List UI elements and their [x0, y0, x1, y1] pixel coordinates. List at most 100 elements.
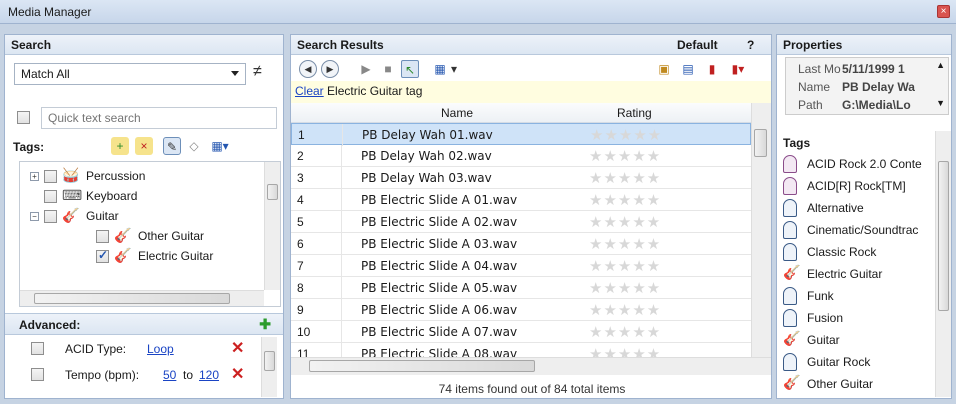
column-name[interactable]: Name	[441, 106, 473, 120]
chart-menu-icon[interactable]: ▮▾	[729, 60, 747, 78]
disk-icon[interactable]: ▤	[679, 60, 697, 78]
tree-label: Electric Guitar	[138, 249, 214, 263]
tags-label: Tags:	[13, 140, 45, 154]
rating-stars[interactable]: ★★★★★	[589, 257, 661, 275]
tag-item[interactable]: 🎸 Other Guitar	[783, 373, 933, 395]
file-name: PB Electric Slide A 01.wav	[361, 193, 518, 207]
chevron-down-icon[interactable]: ▾	[445, 60, 463, 78]
stop-icon[interactable]: ■	[379, 60, 397, 78]
rating-stars[interactable]: ★★★★★	[589, 147, 661, 165]
table-row[interactable]: 9 PB Electric Slide A 06.wav ★★★★★	[291, 299, 751, 321]
row-number: 5	[297, 215, 304, 229]
column-divider	[342, 124, 343, 146]
quick-search-checkbox[interactable]	[17, 111, 30, 124]
tree-checkbox[interactable]	[44, 190, 57, 203]
table-row[interactable]: 1 PB Delay Wah 01.wav ★★★★★	[291, 123, 751, 146]
table-row[interactable]: 5 PB Electric Slide A 02.wav ★★★★★	[291, 211, 751, 233]
help-icon[interactable]: ?	[747, 38, 754, 52]
scroll-thumb[interactable]	[309, 360, 535, 372]
scroll-thumb[interactable]	[34, 293, 230, 304]
tag-item[interactable]: 🎸 Electric Guitar	[783, 263, 933, 285]
rating-stars[interactable]: ★★★★★	[589, 213, 661, 231]
tree-checkbox[interactable]	[44, 170, 57, 183]
add-tag-icon[interactable]: +	[111, 137, 129, 155]
collapse-icon[interactable]: −	[30, 212, 39, 221]
expand-icon[interactable]: +	[30, 172, 39, 181]
rating-stars[interactable]: ★★★★★	[589, 235, 661, 253]
file-name: PB Electric Slide A 03.wav	[361, 237, 518, 251]
preset-name[interactable]: Default	[677, 38, 718, 52]
clear-filter-link[interactable]: Clear	[295, 84, 324, 98]
play-icon[interactable]: ▶	[357, 60, 375, 78]
scroll-thumb[interactable]	[267, 184, 278, 200]
chart-icon[interactable]: ▮	[703, 60, 721, 78]
tree-horizontal-scrollbar[interactable]	[20, 290, 264, 306]
remove-tempo-icon[interactable]: ✕	[231, 364, 244, 384]
table-row[interactable]: 7 PB Electric Slide A 04.wav ★★★★★	[291, 255, 751, 277]
scroll-thumb[interactable]	[264, 351, 275, 371]
tree-checkbox-checked[interactable]	[96, 248, 109, 263]
match-mode-select[interactable]: Match All	[14, 63, 246, 85]
edit-tag-icon[interactable]: ✎	[163, 137, 181, 155]
rating-stars[interactable]: ★★★★★	[590, 126, 662, 144]
tag-item[interactable]: Fusion	[783, 307, 933, 329]
tempo-from-link[interactable]: 50	[163, 368, 176, 382]
results-vertical-scrollbar[interactable]	[751, 103, 771, 357]
table-row[interactable]: 8 PB Electric Slide A 05.wav ★★★★★	[291, 277, 751, 299]
save-search-icon[interactable]: ▣	[655, 60, 673, 78]
tag-item[interactable]: Funk	[783, 285, 933, 307]
close-icon[interactable]: ×	[937, 5, 950, 18]
tree-label: Percussion	[86, 169, 146, 183]
acid-type-value-link[interactable]: Loop	[147, 342, 174, 356]
tags-scrollbar[interactable]	[935, 131, 951, 397]
tempo-to-link[interactable]: 120	[199, 368, 219, 382]
column-divider	[341, 145, 342, 167]
add-criteria-icon[interactable]: ✚	[259, 316, 271, 333]
rating-stars[interactable]: ★★★★★	[589, 191, 661, 209]
advanced-tempo-row: Tempo (bpm): 50 to 120 ✕	[5, 363, 261, 387]
tree-label: Other Guitar	[138, 229, 205, 243]
auto-preview-icon[interactable]: ↖	[401, 60, 419, 78]
row-number: 3	[297, 171, 304, 185]
results-horizontal-scrollbar[interactable]	[291, 357, 771, 375]
tag-icon	[783, 177, 797, 195]
rating-stars[interactable]: ★★★★★	[589, 301, 661, 319]
eraser-icon[interactable]: ◇	[185, 137, 203, 155]
rating-stars[interactable]: ★★★★★	[589, 169, 661, 187]
quick-search-input[interactable]	[41, 107, 277, 129]
tree-checkbox[interactable]	[96, 230, 109, 243]
rating-stars[interactable]: ★★★★★	[589, 279, 661, 297]
remove-tag-icon[interactable]: ×	[135, 137, 153, 155]
tag-icon	[783, 155, 797, 173]
tempo-checkbox[interactable]	[31, 368, 44, 381]
view-options-icon[interactable]: ▦▾	[211, 137, 229, 155]
tag-item[interactable]: Alternative	[783, 197, 933, 219]
scroll-thumb[interactable]	[938, 161, 949, 311]
table-row[interactable]: 3 PB Delay Wah 03.wav ★★★★★	[291, 167, 751, 189]
tag-item[interactable]: ACID Rock 2.0 Conte	[783, 153, 933, 175]
tag-item[interactable]: Classic Rock	[783, 241, 933, 263]
tag-item[interactable]: 🎸 Guitar	[783, 329, 933, 351]
rating-stars[interactable]: ★★★★★	[589, 323, 661, 341]
acid-type-checkbox[interactable]	[31, 342, 44, 355]
back-icon[interactable]: ◀	[299, 60, 317, 78]
not-equal-toggle[interactable]: ≠	[253, 63, 262, 81]
tag-item[interactable]: Guitar Rock	[783, 351, 933, 373]
tree-vertical-scrollbar[interactable]	[264, 162, 280, 290]
table-row[interactable]: 2 PB Delay Wah 02.wav ★★★★★	[291, 145, 751, 167]
tag-item[interactable]: ACID[R] Rock[TM]	[783, 175, 933, 197]
scroll-up-icon[interactable]: ▲	[936, 60, 945, 70]
guitar-icon: 🎸	[114, 227, 132, 243]
tree-checkbox[interactable]	[44, 210, 57, 223]
tag-item[interactable]: Cinematic/Soundtrac	[783, 219, 933, 241]
table-row[interactable]: 6 PB Electric Slide A 03.wav ★★★★★	[291, 233, 751, 255]
table-row[interactable]: 4 PB Electric Slide A 01.wav ★★★★★	[291, 189, 751, 211]
property-value: PB Delay Wa	[842, 80, 915, 94]
table-row[interactable]: 10 PB Electric Slide A 07.wav ★★★★★	[291, 321, 751, 343]
scroll-down-icon[interactable]: ▼	[936, 98, 945, 108]
remove-acid-type-icon[interactable]: ✕	[231, 338, 244, 358]
advanced-scrollbar[interactable]	[261, 337, 277, 397]
forward-icon[interactable]: ▶	[321, 60, 339, 78]
scroll-thumb[interactable]	[754, 129, 767, 157]
column-rating[interactable]: Rating	[617, 106, 652, 120]
